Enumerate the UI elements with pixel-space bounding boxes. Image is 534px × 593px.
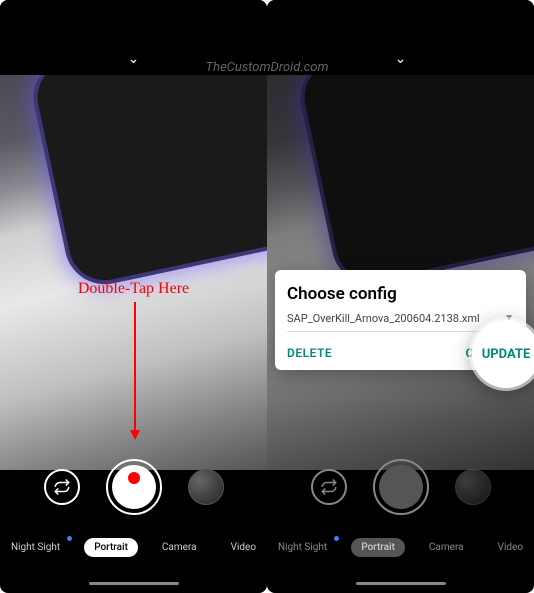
switch-camera-button[interactable]: [44, 469, 80, 505]
dialog-title: Choose config: [287, 284, 514, 304]
shutter-button[interactable]: [373, 459, 429, 515]
mode-video[interactable]: Video: [488, 538, 533, 557]
shutter-controls: [0, 459, 267, 515]
shutter-controls: [267, 459, 534, 515]
switch-camera-button[interactable]: [311, 469, 347, 505]
config-file-selector[interactable]: SAP_OverKill_Arnova_200604.2138.xml ▼: [287, 312, 514, 332]
delete-button[interactable]: DELETE: [287, 346, 332, 360]
update-button-highlight[interactable]: UPDATE: [472, 320, 534, 388]
phone-right: ⌄ Choose config SAP_OverKill_Arnova_2006…: [267, 0, 534, 593]
annotation-label: Double-Tap Here: [78, 280, 189, 298]
camera-modes: Night Sight Portrait Camera Video: [0, 538, 267, 557]
gallery-thumbnail[interactable]: [455, 469, 491, 505]
mode-camera[interactable]: Camera: [419, 538, 474, 557]
watermark-text: TheCustomDroid.com: [205, 60, 328, 75]
chevron-down-icon[interactable]: ⌄: [128, 51, 140, 67]
mode-portrait[interactable]: Portrait: [351, 538, 405, 557]
mode-camera[interactable]: Camera: [152, 538, 207, 557]
mode-video[interactable]: Video: [221, 538, 266, 557]
mode-indicator-dot: [334, 536, 339, 541]
mode-indicator-dot: [67, 536, 72, 541]
shutter-button[interactable]: [106, 459, 162, 515]
mode-portrait[interactable]: Portrait: [84, 538, 138, 557]
camera-modes: Night Sight Portrait Camera Video: [267, 538, 534, 557]
mode-night-sight[interactable]: Night Sight: [268, 538, 337, 557]
annotation-target-dot: [128, 472, 140, 484]
gallery-thumbnail[interactable]: [188, 469, 224, 505]
chevron-down-icon[interactable]: ⌄: [395, 51, 407, 67]
nav-bar[interactable]: [356, 582, 446, 585]
phone-left: ⌄ Double-Tap Here Night Sight Portrait C…: [0, 0, 267, 593]
config-filename: SAP_OverKill_Arnova_200604.2138.xml: [287, 312, 480, 325]
annotation-arrow: [134, 302, 136, 432]
nav-bar[interactable]: [89, 582, 179, 585]
mode-night-sight[interactable]: Night Sight: [1, 538, 70, 557]
